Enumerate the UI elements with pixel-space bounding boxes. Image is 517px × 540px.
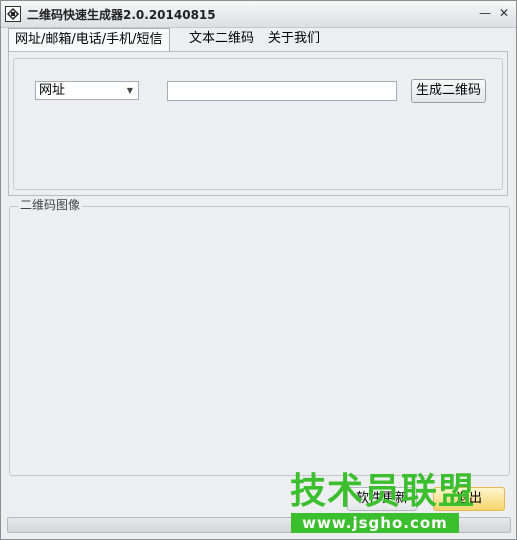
title-bar[interactable]: 二维码快速生成器2.0.20140815 — ✕ xyxy=(1,1,516,28)
qr-image-legend: 二维码图像 xyxy=(18,196,83,213)
tab-panel xyxy=(8,51,508,196)
app-icon xyxy=(5,6,21,22)
chevron-down-icon: ▼ xyxy=(126,86,133,95)
watermark-title: 技术员联盟 xyxy=(290,471,476,512)
window-title: 二维码快速生成器2.0.20140815 xyxy=(27,8,216,22)
minimize-icon[interactable]: — xyxy=(478,6,492,20)
qr-image-area xyxy=(9,206,510,476)
generate-qr-button[interactable]: 生成二维码 xyxy=(411,79,486,103)
url-input[interactable] xyxy=(167,81,397,101)
type-select-value: 网址 xyxy=(39,83,66,98)
tab-about[interactable]: 关于我们 xyxy=(262,28,326,50)
type-select[interactable]: 网址 ▼ xyxy=(35,81,139,100)
tab-text-qr[interactable]: 文本二维码 xyxy=(183,28,260,50)
tab-url-email-phone[interactable]: 网址/邮箱/电话/手机/短信 xyxy=(8,28,170,52)
watermark-url: www.jsgho.com xyxy=(291,513,459,533)
close-icon[interactable]: ✕ xyxy=(497,6,511,20)
input-group xyxy=(13,58,503,190)
app-window: 二维码快速生成器2.0.20140815 — ✕ 网址/邮箱/电话/手机/短信 … xyxy=(0,0,517,540)
